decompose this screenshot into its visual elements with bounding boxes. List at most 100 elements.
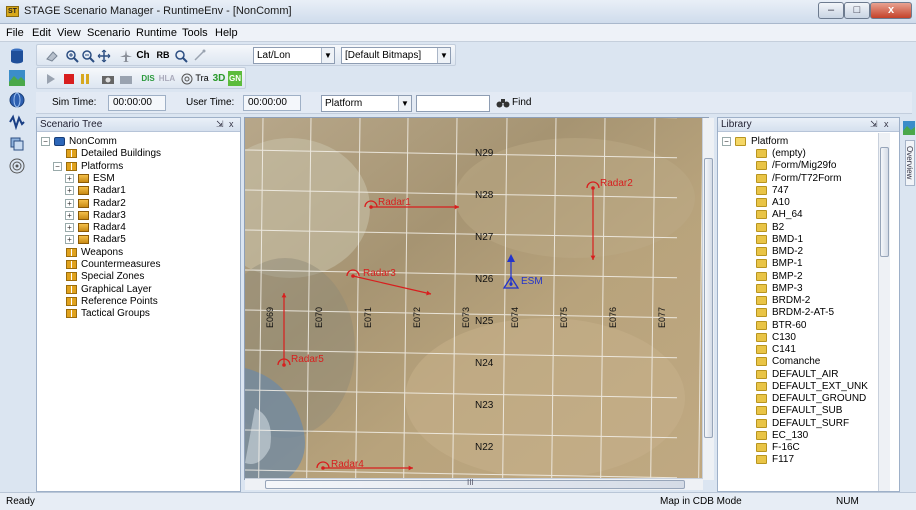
menu-tools[interactable]: Tools — [182, 27, 208, 39]
zoom-out-icon[interactable] — [81, 49, 95, 63]
chevron-down-icon[interactable]: ▼ — [398, 96, 411, 111]
folder-icon — [756, 234, 767, 244]
stop-icon[interactable] — [63, 72, 75, 86]
tra-button[interactable]: Tra — [194, 71, 210, 86]
target-icon[interactable] — [181, 72, 193, 86]
expand-icon[interactable]: + — [65, 173, 74, 183]
radar-label: Radar5 — [291, 354, 324, 365]
camera-icon[interactable] — [101, 72, 115, 86]
play-icon[interactable] — [45, 72, 57, 86]
pan-icon[interactable] — [97, 49, 111, 63]
close-icon[interactable]: x — [229, 118, 234, 131]
status-bar: Ready Map in CDB Mode NUM — [0, 492, 916, 510]
object-filter-select[interactable]: Platform ▼ — [321, 95, 412, 112]
radar-icon[interactable] — [9, 158, 25, 174]
longitude-label: E072 — [412, 307, 422, 328]
menu-help[interactable]: Help — [215, 27, 238, 39]
group-icon — [66, 272, 77, 282]
layers-icon[interactable] — [9, 136, 25, 152]
map-canvas[interactable]: N29 N28 N27 N26 N25 N24 N23 N22 E069 E070 E071 E07… — [245, 118, 709, 480]
bitmap-select[interactable]: [Default Bitmaps] ▼ — [341, 47, 451, 64]
folder-icon — [756, 210, 767, 220]
signal-icon[interactable] — [9, 114, 25, 130]
map-horizontal-scrollbar[interactable]: III — [245, 478, 703, 490]
chevron-down-icon[interactable]: ▼ — [321, 48, 334, 63]
menu-scenario[interactable]: Scenario — [87, 27, 130, 39]
radar-label: Radar4 — [331, 459, 364, 470]
pin-icon[interactable]: ⇲ — [870, 118, 878, 131]
menu-runtime[interactable]: Runtime — [136, 27, 177, 39]
globe-icon[interactable] — [9, 92, 25, 108]
library-item-label: BMP-1 — [772, 258, 803, 270]
minimize-button[interactable]: – — [818, 2, 844, 19]
eraser-icon[interactable] — [45, 49, 59, 63]
ch-button[interactable]: Ch — [135, 48, 151, 63]
collapse-icon[interactable]: − — [41, 137, 50, 146]
database-icon[interactable] — [9, 48, 25, 64]
gn-button[interactable]: GN — [228, 71, 242, 86]
tree-node-label: Platforms — [81, 160, 124, 172]
coordinate-system-select[interactable]: Lat/Lon ▼ — [253, 47, 335, 64]
3d-button[interactable]: 3D — [212, 71, 226, 86]
tree-node-label: Tactical Groups — [81, 308, 150, 320]
pause-icon[interactable] — [79, 72, 91, 86]
zoom-in-icon[interactable] — [65, 49, 79, 63]
measure-icon[interactable] — [193, 49, 207, 63]
latitude-label: N22 — [475, 442, 494, 453]
latitude-label: N28 — [475, 190, 494, 201]
close-window-button[interactable]: x — [870, 2, 912, 19]
library-item-label: EC_130 — [772, 429, 809, 441]
collapse-icon[interactable]: − — [53, 161, 62, 171]
time-bar: Sim Time: 00:00:00 User Time: 00:00:00 P… — [36, 92, 912, 114]
map-horizontal-scroll-thumb[interactable] — [265, 480, 685, 489]
map-vertical-scroll-thumb[interactable] — [704, 158, 713, 438]
platform-icon — [78, 198, 89, 208]
expand-icon[interactable]: + — [65, 210, 74, 220]
search-icon[interactable] — [174, 49, 188, 63]
dis-button[interactable]: DIS — [139, 71, 157, 86]
expand-icon[interactable]: + — [65, 235, 74, 245]
folder-icon — [756, 418, 767, 428]
expand-icon[interactable]: + — [65, 198, 74, 208]
library-item-label: DEFAULT_AIR — [772, 368, 839, 380]
latitude-label: N23 — [475, 400, 494, 411]
overview-tab[interactable]: Overview — [905, 140, 915, 186]
menu-view[interactable]: View — [57, 27, 81, 39]
menu-edit[interactable]: Edit — [32, 27, 51, 39]
map-view[interactable]: N29 N28 N27 N26 N25 N24 N23 N22 E069 E070 E071 E07… — [244, 117, 709, 480]
tree-node-label: Special Zones — [81, 271, 145, 283]
rb-button[interactable]: RB — [155, 48, 171, 63]
library-scrollbar[interactable] — [878, 133, 890, 491]
expand-icon[interactable]: + — [65, 186, 74, 196]
library-item-label: F117 — [772, 454, 795, 466]
library-scroll-thumb[interactable] — [880, 147, 889, 257]
expand-icon[interactable]: + — [65, 223, 74, 233]
find-button[interactable]: Find — [512, 97, 531, 108]
find-input[interactable] — [416, 95, 490, 112]
hla-button[interactable]: HLA — [158, 71, 176, 86]
tree-node-label: Radar1 — [93, 185, 126, 197]
folder-icon — [756, 222, 767, 232]
collapse-icon[interactable]: − — [722, 137, 731, 146]
platform-icon — [78, 223, 89, 233]
maximize-button[interactable]: □ — [844, 2, 870, 19]
pin-icon[interactable]: ⇲ — [216, 118, 224, 131]
chevron-down-icon[interactable]: ▼ — [437, 48, 450, 63]
library-item-label: BMD-2 — [772, 246, 804, 257]
aircraft-icon[interactable] — [119, 49, 133, 63]
library-item-label: BMD-1 — [772, 233, 804, 245]
folder-icon — [756, 320, 767, 330]
latitude-label: N29 — [475, 148, 494, 159]
map-thumbnail-icon[interactable] — [903, 121, 915, 135]
record-icon[interactable] — [119, 72, 133, 86]
longitude-label: E075 — [559, 307, 569, 328]
bitmap-value: [Default Bitmaps] — [345, 50, 422, 61]
tree-node-label: Radar4 — [93, 222, 126, 234]
window-title: STAGE Scenario Manager - RuntimeEnv - [N… — [24, 5, 292, 17]
binoculars-icon[interactable] — [496, 97, 510, 109]
menu-file[interactable]: File — [6, 27, 24, 39]
terrain-icon[interactable] — [9, 70, 25, 86]
map-vertical-scrollbar[interactable] — [702, 118, 714, 480]
group-icon — [66, 296, 77, 306]
close-icon[interactable]: x — [884, 118, 889, 131]
